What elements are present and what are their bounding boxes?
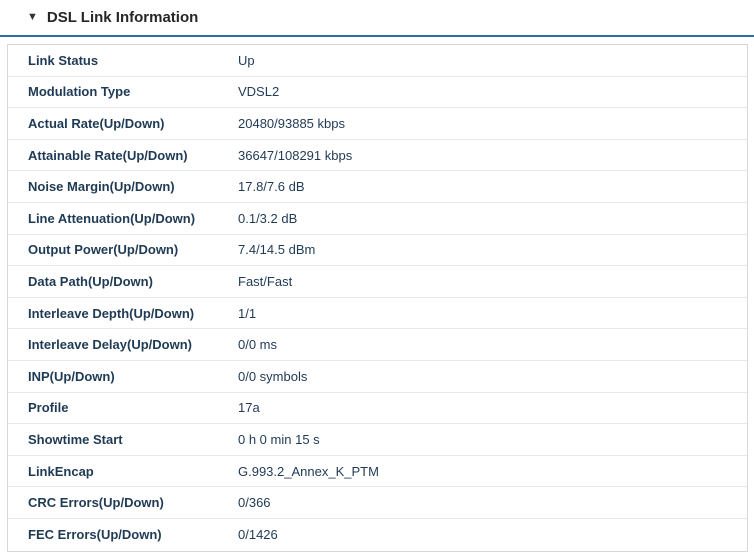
row-label: Interleave Depth(Up/Down)	[28, 305, 195, 321]
row-value: 17a	[238, 400, 260, 416]
table-row: Data Path(Up/Down) Fast/Fast	[8, 266, 747, 298]
table-row: CRC Errors(Up/Down) 0/366	[8, 487, 747, 519]
row-label: Actual Rate(Up/Down)	[28, 115, 165, 131]
row-label: Interleave Delay(Up/Down)	[28, 337, 192, 353]
row-label: Data Path(Up/Down)	[28, 273, 153, 289]
row-value: 0/366	[238, 495, 271, 511]
table-row: Attainable Rate(Up/Down) 36647/108291 kb…	[8, 140, 747, 172]
row-label: Line Attenuation(Up/Down)	[28, 210, 196, 226]
row-value: 0/0 symbols	[238, 368, 308, 384]
row-label: Profile	[28, 400, 69, 416]
row-value: Fast/Fast	[238, 273, 293, 289]
table-row: Output Power(Up/Down) 7.4/14.5 dBm	[8, 235, 747, 267]
row-value: 7.4/14.5 dBm	[238, 242, 316, 258]
row-label: CRC Errors(Up/Down)	[28, 495, 164, 511]
row-label: Noise Margin(Up/Down)	[28, 179, 175, 195]
row-value: 0.1/3.2 dB	[238, 210, 298, 226]
table-row: Interleave Delay(Up/Down) 0/0 ms	[8, 329, 747, 361]
row-label: Output Power(Up/Down)	[28, 242, 179, 258]
page-title: DSL Link Information	[46, 9, 199, 26]
row-value: G.993.2_Annex_K_PTM	[238, 463, 379, 479]
table-row: Interleave Depth(Up/Down) 1/1	[8, 298, 747, 330]
table-row: Modulation Type VDSL2	[8, 77, 747, 109]
header-accent-rule	[0, 35, 754, 37]
table-row: Link Status Up	[8, 45, 747, 77]
collapse-triangle-icon[interactable]: ▼	[27, 12, 38, 23]
table-row: Profile 17a	[8, 393, 747, 425]
row-value: 0 h 0 min 15 s	[238, 431, 320, 447]
row-value: 0/0 ms	[238, 337, 278, 353]
row-value: 17.8/7.6 dB	[238, 179, 305, 195]
row-value: 36647/108291 kbps	[238, 147, 353, 163]
table-row: Line Attenuation(Up/Down) 0.1/3.2 dB	[8, 203, 747, 235]
section-header: ▼ DSL Link Information	[0, 0, 754, 35]
row-value: VDSL2	[238, 84, 280, 100]
table-row: Noise Margin(Up/Down) 17.8/7.6 dB	[8, 171, 747, 203]
row-label: Showtime Start	[28, 431, 123, 447]
row-value: 0/1426	[238, 527, 278, 543]
table-row: Actual Rate(Up/Down) 20480/93885 kbps	[8, 108, 747, 140]
row-label: Link Status	[28, 52, 99, 68]
row-value: 1/1	[238, 305, 257, 321]
table-row: FEC Errors(Up/Down) 0/1426	[8, 519, 747, 551]
row-label: INP(Up/Down)	[28, 368, 115, 384]
table-row: Showtime Start 0 h 0 min 15 s	[8, 424, 747, 456]
row-value: Up	[238, 52, 255, 68]
row-value: 20480/93885 kbps	[238, 115, 345, 131]
row-label: Attainable Rate(Up/Down)	[28, 147, 188, 163]
row-label: Modulation Type	[28, 84, 131, 100]
table-row: LinkEncap G.993.2_Annex_K_PTM	[8, 456, 747, 488]
table-row: INP(Up/Down) 0/0 symbols	[8, 361, 747, 393]
row-label: LinkEncap	[28, 463, 94, 479]
row-label: FEC Errors(Up/Down)	[28, 527, 162, 543]
dsl-info-table: Link Status Up Modulation Type VDSL2 Act…	[7, 44, 748, 552]
